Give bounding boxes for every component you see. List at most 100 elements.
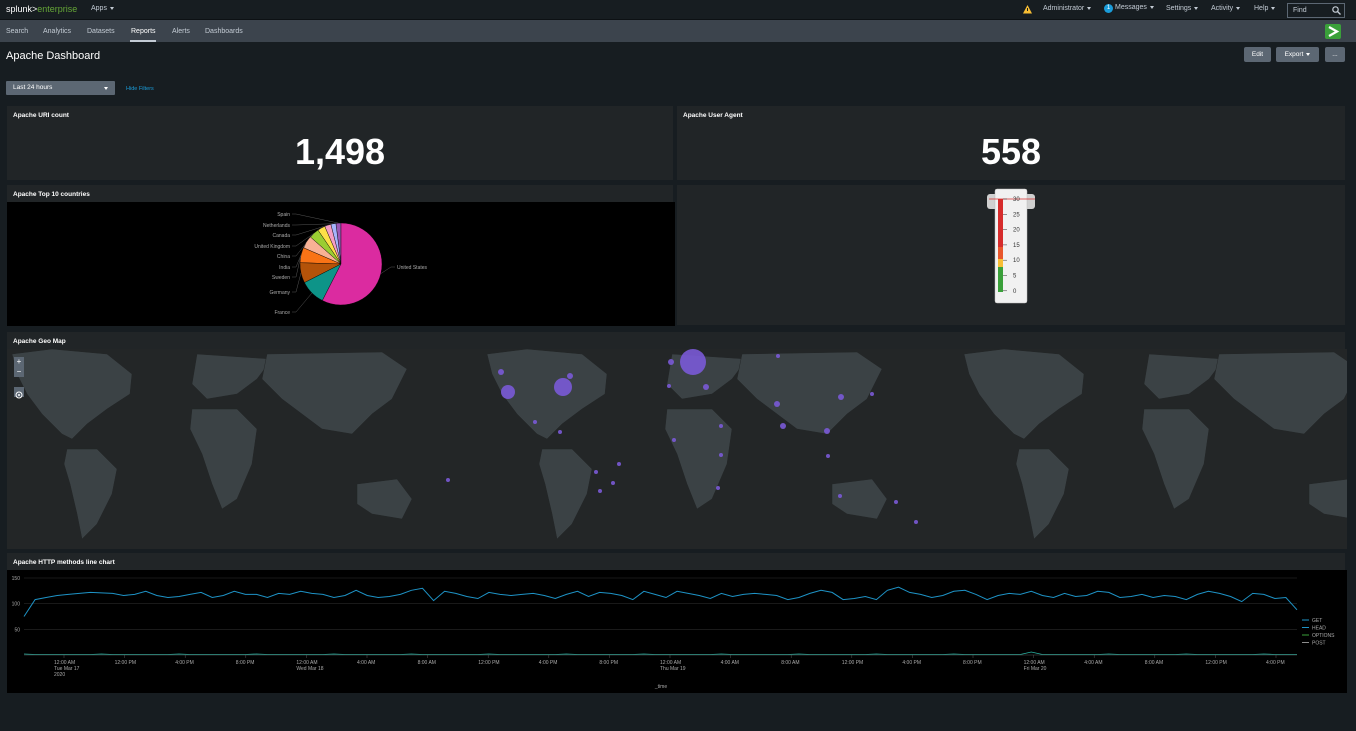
search-icon[interactable] bbox=[1332, 6, 1341, 15]
map-marker[interactable] bbox=[719, 453, 723, 457]
map-marker[interactable] bbox=[894, 500, 898, 504]
y-tick-label: 100 bbox=[12, 602, 21, 608]
zoom-in-button[interactable]: + bbox=[14, 357, 24, 367]
gauge-tick-label: 25 bbox=[1013, 212, 1020, 218]
map-marker[interactable] bbox=[668, 359, 674, 365]
y-tick-label: 150 bbox=[12, 576, 21, 582]
x-tick-label: 12:00 PM bbox=[1205, 660, 1226, 666]
nav-reports[interactable]: Reports bbox=[131, 28, 156, 35]
x-tick-label: 12:00 PM bbox=[115, 660, 136, 666]
x-tick-label: 8:00 AM bbox=[1145, 660, 1163, 666]
map-marker[interactable] bbox=[558, 430, 562, 434]
activity-menu[interactable]: Activity bbox=[1211, 5, 1241, 12]
http-methods-panel: Apache HTTP methods line chart 150 100 50 1… bbox=[6, 552, 1347, 693]
map-marker[interactable] bbox=[838, 494, 842, 498]
gauge-band bbox=[998, 259, 1003, 267]
more-actions-button[interactable]: ... bbox=[1325, 47, 1345, 62]
active-tab-indicator bbox=[130, 40, 156, 42]
map-marker[interactable] bbox=[870, 392, 874, 396]
gauge-tick-label: 30 bbox=[1013, 197, 1020, 203]
filler-gauge[interactable]: 302520151050 bbox=[677, 185, 1347, 327]
map-marker[interactable] bbox=[594, 470, 598, 474]
pie-label: United States bbox=[397, 265, 428, 271]
panel-title: Apache Top 10 countries bbox=[13, 191, 90, 198]
export-button[interactable]: Export bbox=[1276, 47, 1319, 62]
map-marker[interactable] bbox=[776, 354, 780, 358]
find-input[interactable]: Find bbox=[1287, 3, 1345, 18]
hide-filters-link[interactable]: Hide Filters bbox=[126, 86, 154, 92]
map-marker[interactable] bbox=[446, 478, 450, 482]
reset-zoom-icon[interactable] bbox=[14, 387, 24, 399]
map-marker[interactable] bbox=[680, 349, 706, 375]
nav-datasets[interactable]: Datasets bbox=[87, 28, 115, 35]
nav-dashboards[interactable]: Dashboards bbox=[205, 28, 243, 35]
map-marker[interactable] bbox=[672, 438, 676, 442]
zoom-out-button[interactable]: − bbox=[14, 367, 24, 377]
map-marker[interactable] bbox=[719, 424, 723, 428]
nav-analytics[interactable]: Analytics bbox=[43, 28, 71, 35]
x-tick-label: 8:00 AM bbox=[418, 660, 436, 666]
panel-title: Apache HTTP methods line chart bbox=[13, 559, 115, 566]
legend-label[interactable]: GET bbox=[1312, 618, 1322, 624]
geo-map[interactable] bbox=[7, 349, 1347, 549]
panel-title: Apache Geo Map bbox=[13, 338, 66, 345]
time-range-picker[interactable]: Last 24 hours bbox=[6, 81, 115, 95]
app-logo-icon[interactable] bbox=[1325, 24, 1341, 39]
top-bar: splunk>enterprise Apps Administrator 1 Me… bbox=[0, 0, 1356, 20]
help-menu[interactable]: Help bbox=[1254, 5, 1276, 12]
map-marker[interactable] bbox=[914, 520, 918, 524]
map-marker[interactable] bbox=[611, 481, 615, 485]
splunk-logo[interactable]: splunk>enterprise bbox=[6, 4, 77, 14]
top-countries-pie-chart[interactable]: Spain Netherlands Canada United Kingdom Chin… bbox=[7, 202, 675, 326]
map-marker[interactable] bbox=[617, 462, 621, 466]
map-marker[interactable] bbox=[824, 428, 830, 434]
uri-count-value[interactable]: 1,498 bbox=[7, 131, 673, 173]
nav-search[interactable]: Search bbox=[6, 28, 28, 35]
pie-label: Germany bbox=[269, 290, 290, 296]
x-tick-label: 8:00 AM bbox=[781, 660, 799, 666]
x-tick-label: 8:00 PM bbox=[599, 660, 618, 666]
x-tick-label: 2020 bbox=[54, 672, 65, 678]
map-marker[interactable] bbox=[716, 486, 720, 490]
settings-menu[interactable]: Settings bbox=[1166, 5, 1199, 12]
http-methods-line-chart[interactable]: 1501005012:00 AMTue Mar 17202012:00 PM 4:… bbox=[7, 570, 1347, 693]
map-marker[interactable] bbox=[826, 454, 830, 458]
gauge-band bbox=[998, 199, 1003, 247]
warning-icon[interactable] bbox=[1023, 5, 1032, 14]
messages-menu[interactable]: 1 Messages bbox=[1104, 4, 1154, 13]
map-marker[interactable] bbox=[498, 369, 504, 375]
uri-count-panel: Apache URI count 1,498 bbox=[6, 105, 674, 181]
map-marker[interactable] bbox=[501, 385, 515, 399]
map-marker[interactable] bbox=[838, 394, 844, 400]
x-tick-label: 8:00 PM bbox=[963, 660, 982, 666]
top-countries-panel: Apache Top 10 countries Spain Netherlands… bbox=[6, 184, 675, 326]
gauge-band bbox=[998, 247, 1003, 259]
map-marker[interactable] bbox=[533, 420, 537, 424]
legend-label[interactable]: POST bbox=[1312, 641, 1326, 647]
map-marker[interactable] bbox=[774, 401, 780, 407]
x-tick-label: 4:00 PM bbox=[1266, 660, 1285, 666]
map-marker[interactable] bbox=[567, 373, 573, 379]
map-marker[interactable] bbox=[667, 384, 671, 388]
pie-label: China bbox=[277, 254, 290, 260]
map-marker[interactable] bbox=[598, 489, 602, 493]
x-tick-label: 4:00 PM bbox=[539, 660, 558, 666]
page-title: Apache Dashboard bbox=[6, 50, 101, 62]
gauge-band bbox=[998, 267, 1003, 292]
x-tick-label: Thu Mar 19 bbox=[660, 666, 686, 672]
administrator-menu[interactable]: Administrator bbox=[1043, 5, 1092, 12]
edit-button[interactable]: Edit bbox=[1244, 47, 1271, 62]
user-agent-value[interactable]: 558 bbox=[677, 131, 1345, 173]
panel-title: Apache User Agent bbox=[683, 112, 743, 119]
map-marker[interactable] bbox=[703, 384, 709, 390]
nav-alerts[interactable]: Alerts bbox=[172, 28, 190, 35]
legend-label[interactable]: OPTIONS bbox=[1312, 633, 1335, 639]
map-marker[interactable] bbox=[780, 423, 786, 429]
chevron-down-icon bbox=[109, 6, 114, 10]
apps-menu[interactable]: Apps bbox=[91, 5, 114, 12]
gauge-panel: 30 25 20 15 10 5 0 bbox=[676, 184, 1346, 326]
legend-label[interactable]: HEAD bbox=[1312, 626, 1326, 632]
y-tick-label: 50 bbox=[14, 627, 20, 633]
x-tick-label: Wed Mar 18 bbox=[296, 666, 323, 672]
map-marker[interactable] bbox=[554, 378, 572, 396]
